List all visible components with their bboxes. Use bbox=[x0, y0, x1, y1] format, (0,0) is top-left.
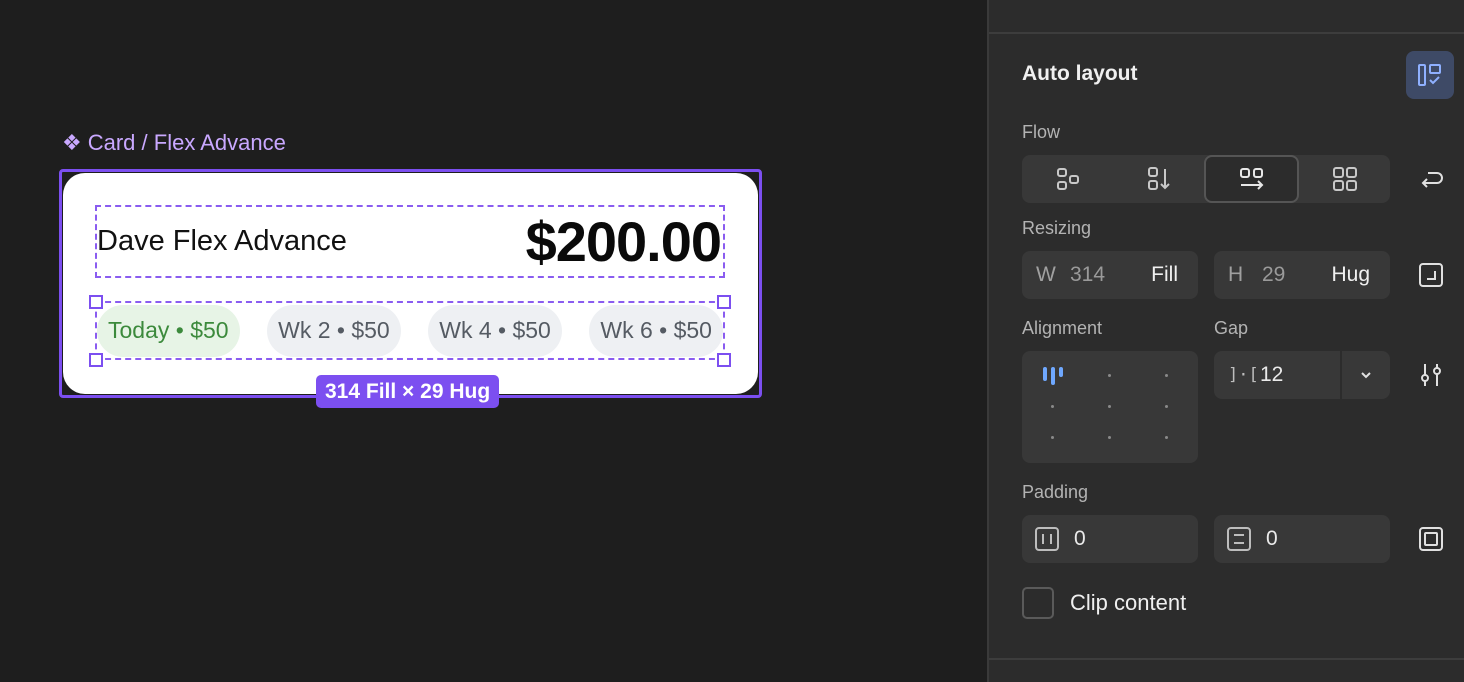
gap-label: Gap bbox=[1214, 318, 1249, 338]
flow-horizontal-icon[interactable] bbox=[1204, 155, 1299, 203]
height-field[interactable]: H 29 Hug bbox=[1214, 251, 1390, 299]
width-field[interactable]: W 314 Fill bbox=[1022, 251, 1198, 299]
align-bottom-right-dot[interactable] bbox=[1165, 436, 1168, 439]
frame-label[interactable]: ❖ Card / Flex Advance bbox=[62, 130, 286, 156]
flow-label: Flow bbox=[1022, 122, 1061, 142]
clip-content-label[interactable]: Clip content bbox=[1070, 590, 1186, 616]
horizontal-padding-icon bbox=[1035, 527, 1059, 551]
gap-icon: ]·[ bbox=[1228, 365, 1259, 385]
chip-today[interactable]: Today • $50 bbox=[97, 304, 240, 357]
padding-vertical-value[interactable]: 0 bbox=[1266, 527, 1278, 551]
align-middle-left-dot[interactable] bbox=[1051, 405, 1054, 408]
align-top-left-icon[interactable] bbox=[1042, 365, 1064, 387]
flow-vertical-icon[interactable] bbox=[1113, 155, 1204, 203]
component-icon: ❖ bbox=[62, 130, 82, 155]
chip-wk2[interactable]: Wk 2 • $50 bbox=[267, 304, 401, 357]
card-title[interactable]: Dave Flex Advance bbox=[97, 225, 347, 258]
gap-field[interactable]: ]·[ 12 bbox=[1214, 351, 1390, 399]
individual-padding-icon[interactable] bbox=[1417, 525, 1445, 553]
resize-handle-top-left[interactable] bbox=[89, 295, 103, 309]
vertical-padding-icon bbox=[1227, 527, 1251, 551]
resize-handle-top-right[interactable] bbox=[717, 295, 731, 309]
flow-selector bbox=[1022, 155, 1390, 203]
height-mode[interactable]: Hug bbox=[1331, 263, 1370, 287]
padding-label: Padding bbox=[1022, 482, 1089, 502]
frame-label-text: Card / Flex Advance bbox=[87, 130, 286, 155]
align-middle-center-dot[interactable] bbox=[1108, 405, 1111, 408]
height-prefix: H bbox=[1228, 263, 1244, 286]
padding-vertical-field[interactable]: 0 bbox=[1214, 515, 1390, 563]
align-bottom-center-dot[interactable] bbox=[1108, 436, 1111, 439]
design-canvas[interactable]: ❖ Card / Flex Advance Dave Flex Advance … bbox=[0, 0, 987, 682]
panel-bottom-divider bbox=[989, 658, 1464, 660]
width-value[interactable]: 314 bbox=[1070, 263, 1105, 287]
dimension-badge: 314 Fill × 29 Hug bbox=[316, 375, 500, 408]
padding-horizontal-value[interactable]: 0 bbox=[1074, 527, 1086, 551]
card-header[interactable]: Dave Flex Advance $200.00 bbox=[95, 205, 725, 278]
wrap-icon[interactable] bbox=[1418, 166, 1444, 192]
height-value[interactable]: 29 bbox=[1262, 263, 1285, 287]
auto-layout-title: Auto layout bbox=[1022, 62, 1138, 85]
resize-handle-bottom-left[interactable] bbox=[89, 353, 103, 367]
resize-handle-bottom-right[interactable] bbox=[717, 353, 731, 367]
alignment-grid[interactable] bbox=[1022, 351, 1198, 463]
chips-row[interactable]: Today • $50 Wk 2 • $50 Wk 4 • $50 Wk 6 •… bbox=[95, 301, 725, 360]
resizing-constraints-icon[interactable] bbox=[1417, 261, 1445, 289]
align-bottom-left-dot[interactable] bbox=[1051, 436, 1054, 439]
align-top-right-dot[interactable] bbox=[1165, 374, 1168, 377]
width-prefix: W bbox=[1036, 263, 1056, 286]
gap-value[interactable]: 12 bbox=[1260, 363, 1283, 387]
chip-wk4[interactable]: Wk 4 • $50 bbox=[428, 304, 562, 357]
chip-wk6[interactable]: Wk 6 • $50 bbox=[589, 304, 723, 357]
selection-outline bbox=[59, 169, 762, 398]
card-amount[interactable]: $200.00 bbox=[526, 209, 723, 274]
padding-horizontal-field[interactable]: 0 bbox=[1022, 515, 1198, 563]
clip-content-checkbox[interactable] bbox=[1022, 587, 1054, 619]
align-top-center-dot[interactable] bbox=[1108, 374, 1111, 377]
alignment-label: Alignment bbox=[1022, 318, 1103, 338]
align-middle-right-dot[interactable] bbox=[1165, 405, 1168, 408]
flow-free-form-icon[interactable] bbox=[1022, 155, 1113, 203]
resizing-label: Resizing bbox=[1022, 218, 1092, 238]
advanced-settings-icon[interactable] bbox=[1417, 361, 1445, 389]
width-mode[interactable]: Fill bbox=[1151, 263, 1178, 287]
panel-top-divider bbox=[989, 0, 1464, 34]
properties-panel: Auto layout Flow Resizing W 314 Fill H 2… bbox=[987, 0, 1464, 682]
flow-grid-icon[interactable] bbox=[1299, 155, 1390, 203]
auto-layout-toggle-icon[interactable] bbox=[1406, 51, 1454, 99]
chevron-down-icon[interactable] bbox=[1342, 351, 1390, 399]
